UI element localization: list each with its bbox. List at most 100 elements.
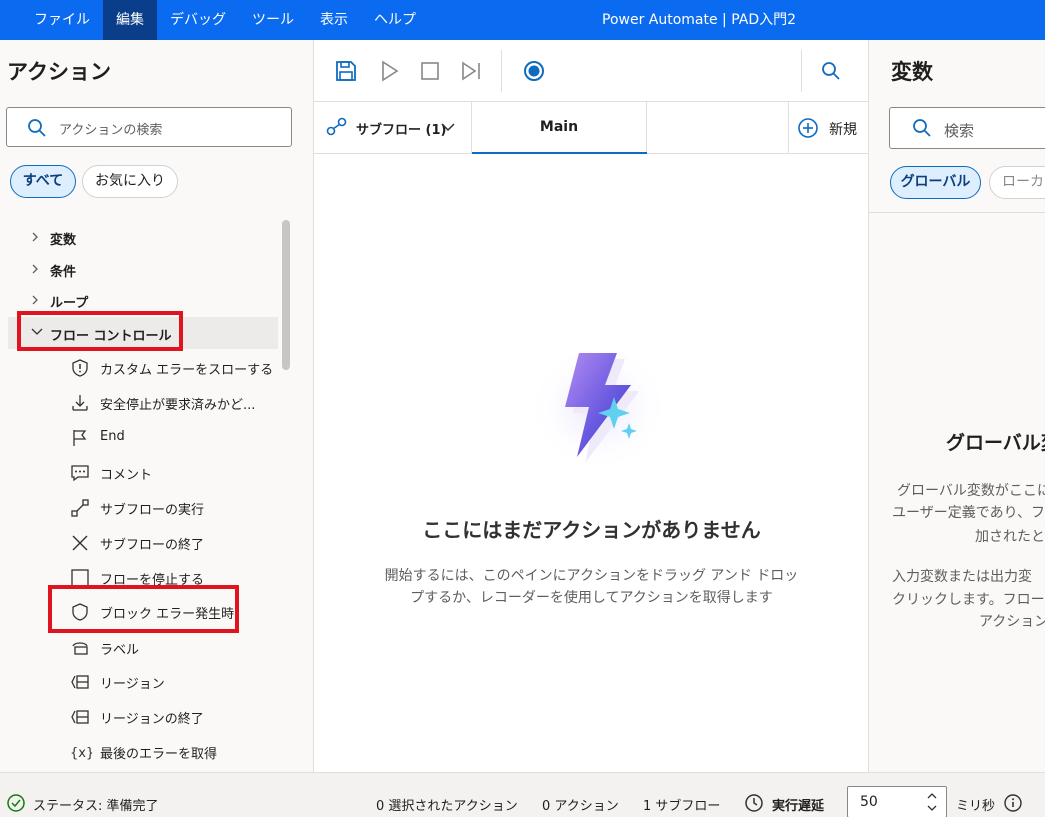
action-item-label: リージョン (100, 677, 165, 692)
tree-group-label: 条件 (50, 265, 77, 280)
action-item-end[interactable]: End (0, 421, 280, 453)
menu-help[interactable]: ヘルプ (361, 0, 429, 40)
filter-global-button[interactable]: グローバル (890, 166, 981, 199)
step-next-icon[interactable] (459, 59, 483, 83)
action-item-label: コメント (100, 468, 153, 483)
shield-alert-icon (70, 358, 90, 378)
subflow-run-icon (70, 498, 90, 518)
global-desc-line: ユーザー定義であり、フ (892, 505, 1045, 521)
action-item-safe-stop[interactable]: 安全停止が要求済みかど... (0, 386, 280, 418)
subflows-dropdown[interactable]: サブフロー (1) (314, 102, 472, 153)
search-icon[interactable] (819, 59, 843, 83)
run-icon[interactable] (377, 59, 401, 83)
variable-braces-icon: {x} (70, 742, 94, 762)
menu-view[interactable]: 表示 (307, 0, 361, 40)
subflow-icon (326, 117, 348, 141)
new-subflow-button[interactable]: 新規 (788, 102, 869, 153)
global-desc-line: アクション (979, 614, 1045, 630)
status-text: ステータス: 準備完了 (33, 799, 159, 814)
global-desc-line: 入力変数または出力変 (892, 569, 1032, 585)
run-delay-input[interactable]: 50 (847, 786, 947, 817)
actions-count: 0 アクション (542, 799, 619, 814)
global-desc-line: 加されたと (975, 529, 1045, 545)
action-search-placeholder: アクションの検索 (59, 123, 163, 138)
svg-text:{x}: {x} (70, 746, 92, 761)
variables-panel: 変数 検索 グローバル ローカル グローバル変 グローバル変数がここに ユーザー… (869, 40, 1045, 772)
filter-favorites-button[interactable]: お気に入り (82, 165, 178, 198)
action-item-region[interactable]: リージョン (0, 665, 280, 697)
run-delay-label: 実行遅延 (772, 799, 825, 814)
tree-group-conditions[interactable]: 条件 (0, 253, 280, 285)
designer-panel: サブフロー (1) Main 新規 ここにはまだアクションがありません 開始する… (314, 40, 869, 772)
action-item-comment[interactable]: コメント (0, 456, 280, 488)
region-icon (70, 672, 90, 692)
filter-all-button[interactable]: すべて (10, 165, 76, 198)
action-item-label: 最後のエラーを取得 (100, 747, 218, 762)
status-bar: ステータス: 準備完了 0 選択されたアクション 0 アクション 1 サブフロー… (0, 772, 1045, 817)
record-icon[interactable] (522, 59, 546, 83)
action-item-run-subflow[interactable]: サブフローの実行 (0, 491, 280, 523)
action-item-label: 安全停止が要求済みかど... (100, 398, 256, 413)
menu-tools[interactable]: ツール (239, 0, 307, 40)
action-item-get-last-error[interactable]: {x} 最後のエラーを取得 (0, 735, 280, 767)
action-item-label: カスタム エラーをスローする (100, 363, 274, 378)
run-delay-value: 50 (860, 794, 878, 810)
run-delay-unit: ミリ秒 (956, 799, 996, 814)
empty-desc-line: プするか、レコーダーを使用してアクションを取得します (410, 590, 773, 606)
tree-group-variables[interactable]: 変数 (0, 221, 280, 253)
action-search-input[interactable]: アクションの検索 (6, 107, 292, 147)
tree-group-label: 変数 (50, 233, 77, 248)
close-x-icon (70, 533, 90, 553)
action-item-label-action[interactable]: ラベル (0, 631, 280, 663)
empty-state-title: ここにはまだアクションがありません (422, 518, 761, 542)
tree-group-label: ループ (50, 296, 89, 311)
subflows-count: 1 サブフロー (643, 799, 721, 814)
tab-main[interactable]: Main (472, 102, 647, 154)
stop-request-icon (70, 393, 90, 413)
action-item-label: サブフローの実行 (100, 503, 205, 518)
actions-panel-title: アクション (7, 60, 111, 84)
action-item-throw-error[interactable]: カスタム エラーをスローする (0, 351, 280, 383)
add-circle-icon (797, 117, 819, 143)
chevron-down-icon (440, 121, 456, 137)
filter-local-button[interactable]: ローカル (989, 166, 1045, 199)
menu-bar: ファイル 編集 デバッグ ツール 表示 ヘルプ Power Automate |… (0, 0, 1045, 40)
selected-actions-count: 0 選択されたアクション (376, 799, 518, 814)
subflow-tab-bar: サブフロー (1) Main 新規 (314, 102, 869, 154)
toolbar-separator (501, 50, 502, 92)
menu-edit[interactable]: 編集 (103, 0, 157, 40)
action-item-label: End (100, 429, 125, 444)
info-icon[interactable] (1003, 793, 1023, 817)
global-desc-line: クリックします。フロー変 (892, 592, 1045, 608)
chevron-right-icon (30, 230, 40, 248)
panel-divider (869, 212, 1045, 213)
power-automate-logo (519, 335, 669, 475)
menu-file[interactable]: ファイル (0, 0, 103, 40)
flag-icon (70, 428, 90, 448)
action-item-exit-subflow[interactable]: サブフローの終了 (0, 526, 280, 558)
actions-scrollbar[interactable] (282, 220, 290, 370)
action-item-region-end[interactable]: リージョンの終了 (0, 700, 280, 732)
stop-icon[interactable] (418, 59, 442, 83)
new-subflow-label: 新規 (829, 122, 857, 138)
chevron-right-icon (30, 293, 40, 311)
variable-search-placeholder: 検索 (944, 122, 975, 140)
highlight-box-flow-control (17, 311, 183, 351)
search-icon (912, 118, 932, 142)
chevron-right-icon (30, 262, 40, 280)
search-icon (27, 118, 47, 142)
label-icon (70, 638, 90, 658)
region-end-icon (70, 707, 90, 727)
spin-arrows-icon[interactable] (926, 790, 938, 817)
comment-icon (70, 463, 90, 483)
menu-debug[interactable]: デバッグ (157, 0, 239, 40)
action-item-label: ラベル (100, 643, 140, 658)
empty-desc-line: 開始するには、このペインにアクションをドラッグ アンド ドロッ (384, 568, 799, 584)
global-variables-title: グローバル変 (946, 432, 1045, 454)
clock-icon (744, 793, 764, 817)
variable-search-input[interactable]: 検索 (889, 107, 1045, 149)
save-icon[interactable] (334, 59, 358, 83)
toolbar-separator (801, 50, 802, 92)
designer-toolbar (314, 40, 869, 102)
variables-panel-title: 変数 (891, 60, 933, 84)
